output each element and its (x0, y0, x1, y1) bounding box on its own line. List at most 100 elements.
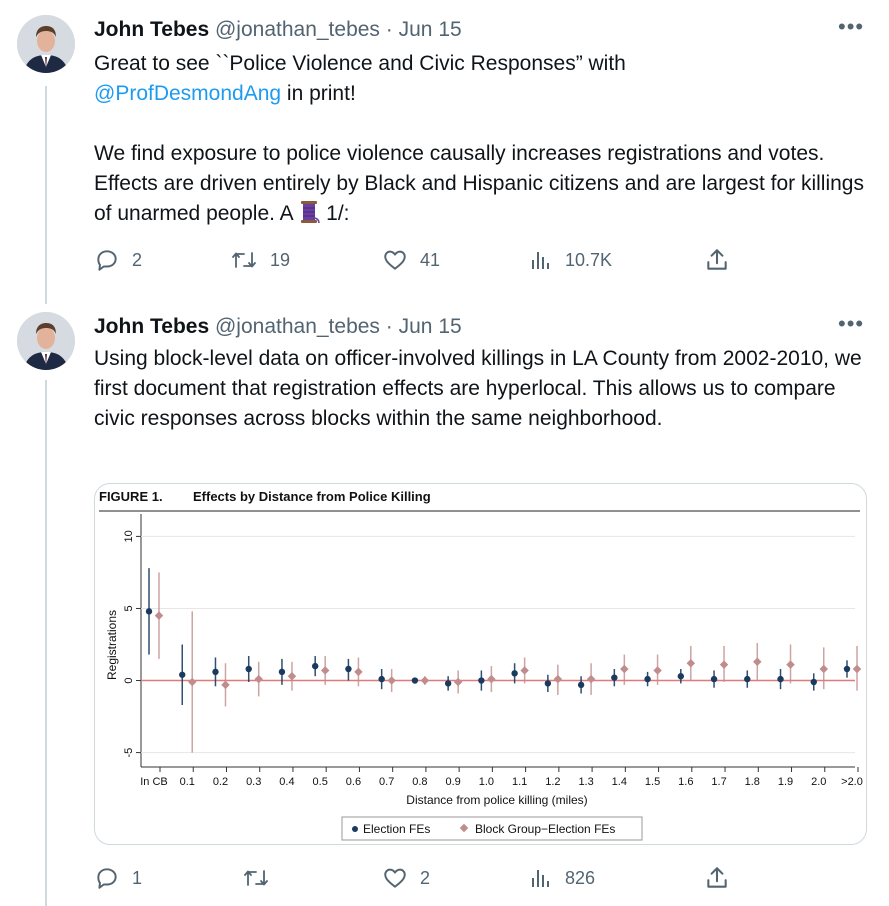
tweet-date[interactable]: Jun 15 (399, 315, 462, 338)
data-point-block-group-fe (653, 666, 662, 675)
tweet-header: John Tebes @jonathan_tebes · Jun 15 (94, 17, 462, 43)
data-point-block-group-fe (387, 676, 396, 685)
x-tick-label: 0.4 (279, 776, 294, 788)
data-point-block-group-fe (287, 671, 297, 681)
reply-button[interactable]: 1 (94, 865, 142, 891)
user-handle[interactable]: @jonathan_tebes (215, 315, 380, 338)
x-tick-label: 0.8 (412, 776, 427, 788)
spool-of-thread-emoji (298, 200, 321, 233)
data-point-block-group-fe (620, 664, 629, 674)
retweet-button[interactable] (242, 865, 282, 891)
retweet-icon (232, 252, 256, 268)
x-tick-label: 1.2 (545, 776, 560, 788)
tweet-date[interactable]: Jun 15 (399, 18, 462, 41)
avatar[interactable] (17, 15, 75, 73)
data-point-election-fe (677, 673, 685, 680)
x-tick-label: 1.0 (479, 776, 494, 788)
y-tick-label: 0 (123, 677, 135, 683)
x-tick-label: 1.6 (678, 776, 693, 788)
x-tick-label: >2.0 (841, 776, 863, 788)
x-tick-label: 0.6 (346, 776, 361, 788)
data-point-election-fe (611, 674, 618, 681)
reply-icon (97, 250, 117, 271)
display-name[interactable]: John Tebes (94, 18, 209, 41)
like-count: 41 (420, 249, 441, 270)
display-name[interactable]: John Tebes (94, 315, 209, 338)
data-point-election-fe (744, 675, 751, 683)
tweet-text-line: Great to see ``Police Violence and Civic… (94, 52, 626, 75)
data-point-election-fe (145, 608, 153, 615)
data-point-block-group-fe (753, 657, 762, 667)
x-tick-label: 1.1 (512, 776, 527, 788)
y-axis-label: Registrations (105, 610, 119, 680)
chart-title: Effects by Distance from Police Killing (193, 489, 431, 504)
y-tick-label: 5 (123, 605, 135, 611)
data-point-election-fe (577, 681, 585, 689)
data-point-election-fe (511, 670, 518, 677)
views-icon (532, 252, 549, 269)
share-icon (707, 249, 727, 270)
data-point-election-fe (478, 677, 485, 684)
x-tick-label: 0.3 (246, 776, 261, 788)
x-tick-label: 0.2 (213, 776, 228, 788)
reply-button[interactable]: 2 (94, 247, 142, 273)
heart-icon (384, 250, 406, 270)
thread-connector-top (45, 86, 47, 304)
data-point-block-group-fe (553, 674, 563, 684)
data-point-block-group-fe (354, 667, 363, 677)
data-point-election-fe (644, 675, 651, 683)
data-point-election-fe (278, 668, 286, 676)
x-tick-label: 0.5 (313, 776, 328, 788)
x-axis-label: Distance from police killing (miles) (406, 793, 587, 807)
more-icon[interactable]: ••• (838, 313, 864, 335)
tweet-text: Great to see ``Police Violence and Civic… (94, 49, 864, 233)
separator-dot: · (385, 18, 393, 41)
data-point-election-fe (843, 665, 851, 673)
avatar-portrait (17, 312, 75, 370)
reply-count: 1 (132, 867, 143, 888)
like-button[interactable]: 41 (382, 247, 440, 273)
tweet-text: Using block-level data on officer-involv… (94, 344, 864, 434)
tweet-text-line: in print! (281, 82, 356, 105)
x-tick-label: 1.9 (778, 776, 793, 788)
data-point-block-group-fe (187, 677, 197, 687)
tweet-actions: 1 2 826 (94, 865, 774, 895)
like-button[interactable]: 2 (382, 865, 430, 891)
reply-icon (97, 868, 117, 889)
chart-figure: FIGURE 1. Effects by Distance from Polic… (99, 489, 863, 841)
data-point-block-group-fe (154, 611, 164, 620)
data-point-election-fe (444, 680, 452, 687)
user-handle[interactable]: @jonathan_tebes (215, 18, 380, 41)
data-point-block-group-fe (453, 677, 463, 687)
data-point-election-fe (378, 675, 385, 683)
x-tick-label: 1.4 (612, 776, 627, 788)
data-point-election-fe (810, 678, 817, 686)
views-icon (532, 870, 549, 887)
data-point-block-group-fe (586, 674, 596, 684)
more-icon[interactable]: ••• (838, 16, 864, 38)
x-tick-label: 1.8 (745, 776, 760, 788)
avatar[interactable] (17, 312, 75, 370)
mention-link[interactable]: @ProfDesmondAng (94, 82, 281, 105)
share-button[interactable] (704, 247, 730, 273)
data-point-block-group-fe (520, 666, 529, 675)
views-button[interactable]: 10.7K (529, 247, 612, 273)
figure-label: FIGURE 1. (99, 489, 163, 504)
data-point-block-group-fe (852, 664, 862, 674)
tweet-actions: 2 19 41 10.7K (94, 247, 774, 277)
data-point-election-fe (345, 665, 352, 673)
tweet-image[interactable]: FIGURE 1. Effects by Distance from Polic… (94, 483, 867, 845)
views-button[interactable]: 826 (529, 865, 595, 891)
data-point-election-fe (245, 665, 252, 673)
data-point-election-fe (311, 662, 319, 670)
x-tick-label: 1.3 (578, 776, 593, 788)
retweet-count: 19 (270, 249, 291, 270)
data-point-block-group-fe (819, 664, 829, 674)
tweet-text-paragraph: We find exposure to police violence caus… (94, 142, 864, 225)
tweet-text-thread-marker: 1/: (320, 202, 350, 225)
x-tick-label: 0.1 (180, 776, 195, 788)
retweet-button[interactable]: 19 (230, 247, 290, 273)
y-tick-label: -5 (123, 748, 135, 758)
data-point-election-fe (179, 671, 186, 678)
share-button[interactable] (704, 865, 730, 891)
